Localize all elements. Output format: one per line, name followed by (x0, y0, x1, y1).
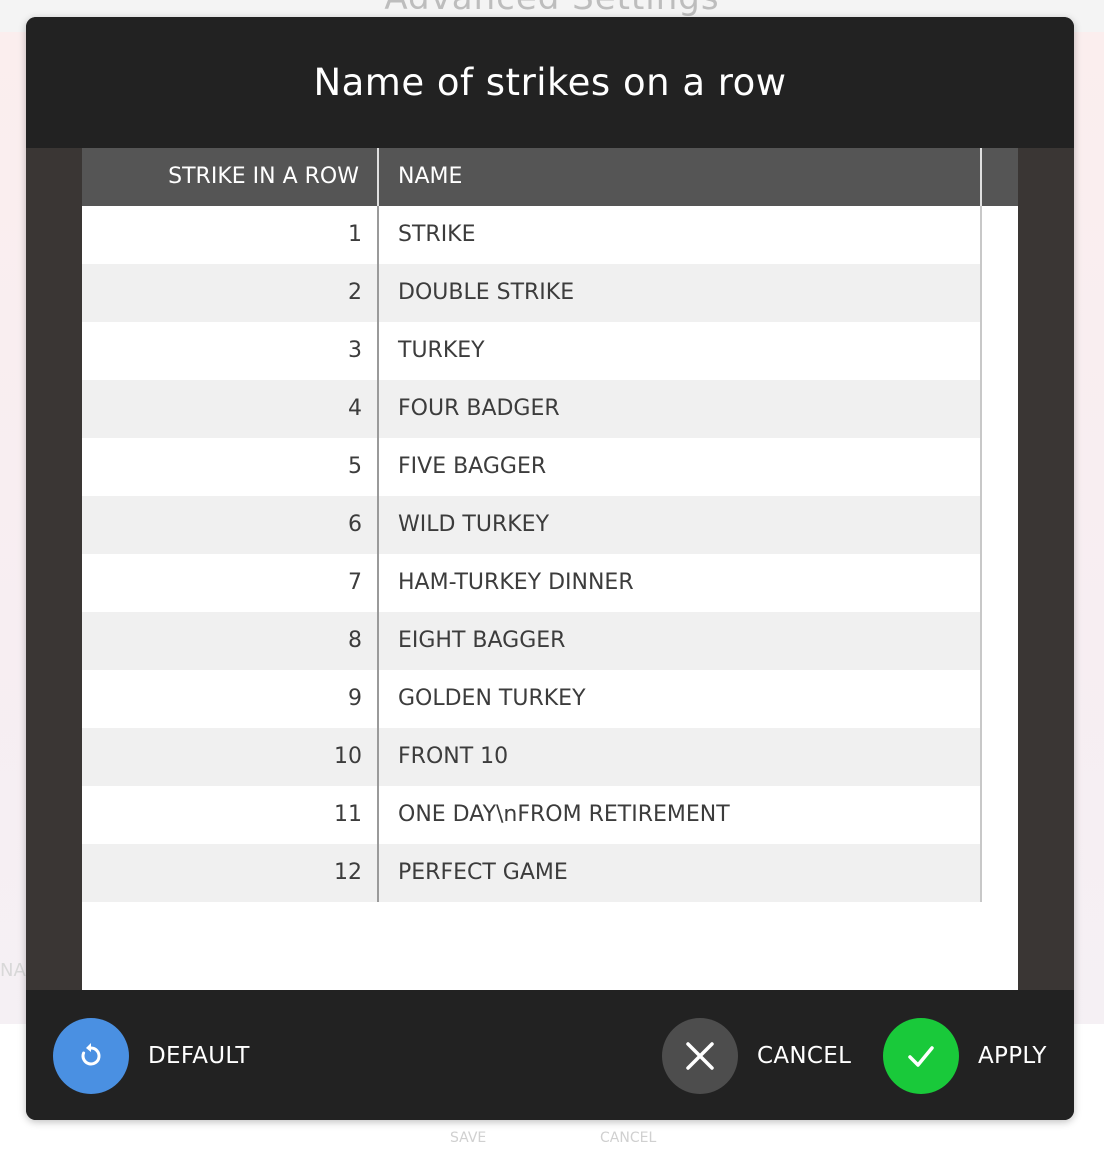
background-cancel-button: CANCEL (600, 1130, 657, 1146)
reset-icon (53, 1018, 129, 1094)
cancel-button-label: CANCEL (757, 1043, 852, 1069)
table-row[interactable]: 7 HAM-TURKEY DINNER (82, 554, 982, 612)
dialog-body: STRIKE IN A ROW NAME 1 STRIKE 2 DOUBLE STRI… (26, 148, 1074, 990)
strike-name-cell[interactable]: DOUBLE STRIKE (379, 264, 982, 322)
strike-count-cell: 9 (82, 670, 379, 728)
table-body: 1 STRIKE 2 DOUBLE STRIKE 3 TURKEY 4 FOUR BADGER… (82, 206, 982, 902)
strike-name-cell[interactable]: ONE DAY\nFROM RETIREMENT (379, 786, 982, 844)
table-row[interactable]: 9 GOLDEN TURKEY (82, 670, 982, 728)
strike-count-cell: 6 (82, 496, 379, 554)
column-header-strike[interactable]: STRIKE IN A ROW (82, 148, 379, 206)
table-row[interactable]: 10 FRONT 10 (82, 728, 982, 786)
table-row[interactable]: 12 PERFECT GAME (82, 844, 982, 902)
table-row[interactable]: 11 ONE DAY\nFROM RETIREMENT (82, 786, 982, 844)
strike-count-cell: 2 (82, 264, 379, 322)
strike-name-cell[interactable]: TURKEY (379, 322, 982, 380)
strike-count-cell: 10 (82, 728, 379, 786)
strike-count-cell: 4 (82, 380, 379, 438)
strike-names-table: STRIKE IN A ROW NAME 1 STRIKE 2 DOUBLE STRI… (82, 148, 1018, 990)
strike-name-cell[interactable]: FRONT 10 (379, 728, 982, 786)
table-row[interactable]: 1 STRIKE (82, 206, 982, 264)
dialog-title: Name of strikes on a row (313, 61, 787, 104)
strike-names-dialog: Name of strikes on a row STRIKE IN A ROW… (26, 17, 1074, 1120)
strike-name-cell[interactable]: FIVE BAGGER (379, 438, 982, 496)
dialog-header: Name of strikes on a row (26, 17, 1074, 148)
table-row[interactable]: 8 EIGHT BAGGER (82, 612, 982, 670)
background-save-button: SAVE (450, 1130, 487, 1146)
table-row[interactable]: 2 DOUBLE STRIKE (82, 264, 982, 322)
check-icon (883, 1018, 959, 1094)
strike-count-cell: 11 (82, 786, 379, 844)
close-icon (662, 1018, 738, 1094)
table-row[interactable]: 3 TURKEY (82, 322, 982, 380)
strike-count-cell: 3 (82, 322, 379, 380)
strike-count-cell: 8 (82, 612, 379, 670)
apply-button-label: APPLY (978, 1043, 1047, 1069)
background-title: Advanced Settings (0, 0, 1104, 18)
apply-button[interactable]: APPLY (883, 1018, 1047, 1094)
table-row[interactable]: 4 FOUR BADGER (82, 380, 982, 438)
cancel-button[interactable]: CANCEL (662, 1018, 851, 1094)
table-row[interactable]: 5 FIVE BAGGER (82, 438, 982, 496)
strike-name-cell[interactable]: EIGHT BAGGER (379, 612, 982, 670)
strike-count-cell: 1 (82, 206, 379, 264)
column-header-name[interactable]: NAME (379, 148, 982, 206)
strike-name-cell[interactable]: GOLDEN TURKEY (379, 670, 982, 728)
strike-name-cell[interactable]: FOUR BADGER (379, 380, 982, 438)
default-button-label: DEFAULT (148, 1043, 250, 1069)
default-button[interactable]: DEFAULT (53, 1018, 250, 1094)
table-header: STRIKE IN A ROW NAME (82, 148, 1018, 206)
table-row[interactable]: 6 WILD TURKEY (82, 496, 982, 554)
dialog-footer: DEFAULT CANCEL APPLY (26, 990, 1074, 1120)
strike-count-cell: 7 (82, 554, 379, 612)
background-side-label: NA (0, 960, 26, 981)
strike-count-cell: 12 (82, 844, 379, 902)
strike-count-cell: 5 (82, 438, 379, 496)
strike-name-cell[interactable]: STRIKE (379, 206, 982, 264)
strike-name-cell[interactable]: HAM-TURKEY DINNER (379, 554, 982, 612)
strike-name-cell[interactable]: PERFECT GAME (379, 844, 982, 902)
strike-name-cell[interactable]: WILD TURKEY (379, 496, 982, 554)
